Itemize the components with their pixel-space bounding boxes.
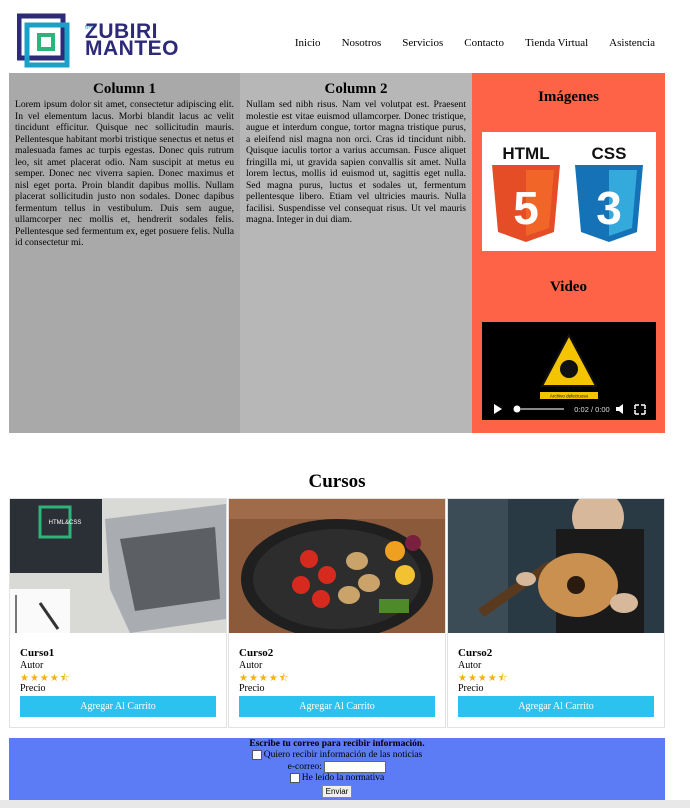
newsletter-form: Escribe tu correo para recibir informaci… [9, 738, 665, 800]
course-card: HTML&CSS Curso1 Autor ★★★★⯪ Precio Agreg… [9, 498, 227, 728]
email-label: e-correo: [287, 762, 322, 773]
site-header: BHI ZUBIRI MANTEO Inicio Nosotros Servic… [0, 0, 690, 72]
html5-css3-logos-icon: HTML CSS 5 3 [492, 144, 643, 242]
css3-number: 3 [596, 182, 622, 234]
course-title: Curso2 [458, 647, 493, 659]
nav-servicios[interactable]: Servicios [402, 37, 443, 49]
cursos-title: Cursos [308, 470, 366, 492]
volume-icon[interactable] [616, 404, 623, 414]
nav-tienda-virtual[interactable]: Tienda Virtual [525, 37, 588, 49]
logo-mark-icon [17, 13, 70, 68]
html-label: HTML [502, 144, 549, 163]
main-nav: Inicio Nosotros Servicios Contacto Tiend… [274, 37, 655, 49]
video-title: Video [550, 279, 587, 295]
css-label: CSS [592, 144, 627, 163]
newsletter-optin-row: Quiero recibir información de las notici… [9, 750, 665, 760]
video-time: 0:02 / 0:00 [574, 405, 609, 414]
column-2-text: Nullam sed nibh risus. Nam vel volutpat … [246, 99, 466, 225]
course-price: Precio [458, 683, 484, 694]
media-sidebar: Imágenes HTML CSS 5 3 Video ATENCIÓN Arc… [472, 73, 665, 433]
nav-asistencia[interactable]: Asistencia [609, 37, 655, 49]
course-author: Autor [20, 660, 44, 671]
add-to-cart-button[interactable]: Agregar Al Carrito [20, 696, 216, 717]
newsletter-heading: Escribe tu correo para recibir informaci… [249, 739, 425, 749]
column-2-title: Column 2 [324, 81, 388, 97]
course-author: Autor [458, 660, 482, 671]
video-caption-1: ATENCIÓN [556, 385, 582, 392]
seek-handle-icon[interactable] [513, 405, 521, 413]
column-1-title: Column 1 [93, 81, 156, 97]
nav-inicio[interactable]: Inicio [295, 37, 321, 49]
seek-track[interactable] [520, 408, 564, 410]
course-title: Curso2 [239, 647, 274, 659]
submit-button[interactable]: Enviar [321, 785, 353, 798]
guitar-player-photo-icon [448, 499, 664, 633]
food-pot-photo-icon [229, 499, 445, 633]
column-1-text: Lorem ipsum dolor sit amet, consectetur … [15, 99, 234, 248]
column-1: Column 1 Lorem ipsum dolor sit amet, con… [9, 73, 240, 433]
course-card: Curso2 Autor ★★★★⯪ Precio Agregar Al Car… [447, 498, 665, 728]
html5-number: 5 [513, 182, 539, 234]
course-price: Precio [20, 683, 46, 694]
terms-row: He leído la normativa [9, 773, 665, 783]
course-image-food [229, 499, 445, 633]
terms-checkbox[interactable] [289, 773, 300, 783]
news-optin-checkbox[interactable] [251, 750, 262, 760]
email-row: e-correo: [9, 761, 665, 773]
logo-text-line2: MANTEO [85, 37, 179, 60]
images-title: Imágenes [538, 89, 599, 105]
nav-contacto[interactable]: Contacto [464, 37, 504, 49]
submit-row: Enviar [9, 785, 665, 798]
fullscreen-icon[interactable] [634, 404, 646, 415]
course-price: Precio [239, 683, 265, 694]
course-image-guitar [448, 499, 664, 633]
news-optin-label: Quiero recibir información de las notici… [263, 750, 423, 761]
add-to-cart-button[interactable]: Agregar Al Carrito [458, 696, 654, 717]
add-to-cart-button[interactable]: Agregar Al Carrito [239, 696, 435, 717]
svg-text:HTML&CSS: HTML&CSS [49, 520, 82, 526]
horizontal-scrollbar[interactable] [0, 800, 690, 808]
course-card: Curso2 Autor ★★★★⯪ Precio Agregar Al Car… [228, 498, 446, 728]
terms-label: He leído la normativa [301, 773, 385, 784]
course-image-laptop: HTML&CSS [10, 499, 226, 633]
column-2: Column 2 Nullam sed nibh risus. Nam vel … [240, 73, 472, 433]
nav-nosotros[interactable]: Nosotros [342, 37, 382, 49]
video-controls: 0:02 / 0:00 [482, 398, 656, 420]
html-css-image: HTML CSS 5 3 [482, 132, 656, 251]
video-player[interactable]: ATENCIÓN Archivo defectuoso 0:02 / 0:00 [482, 322, 656, 420]
play-icon[interactable] [494, 404, 502, 414]
course-title: Curso1 [20, 647, 55, 659]
laptop-photo-icon: HTML&CSS [10, 499, 226, 633]
email-field[interactable] [324, 761, 387, 773]
course-author: Autor [239, 660, 263, 671]
